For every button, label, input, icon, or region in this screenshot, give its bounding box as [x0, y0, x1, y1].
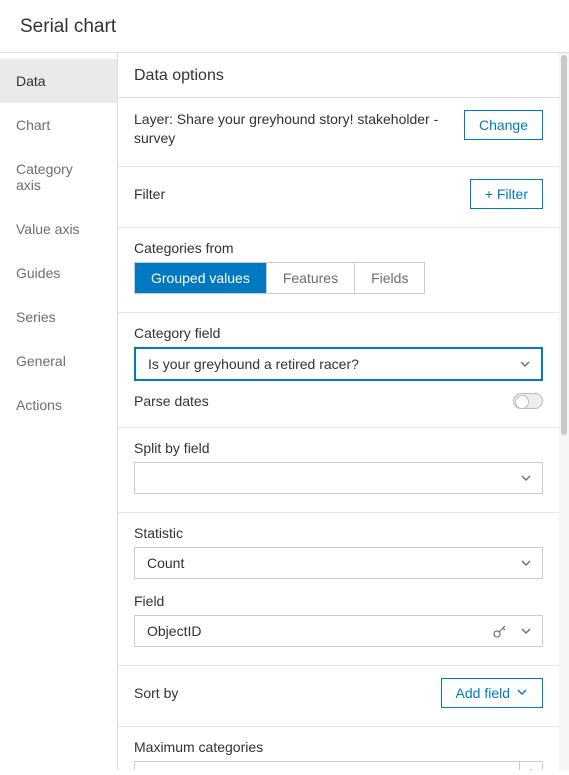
- change-layer-button[interactable]: Change: [464, 110, 543, 140]
- section-statistic: Statistic Count Field ObjectID: [118, 512, 559, 665]
- layer-text: Layer: Share your greyhound story! stake…: [134, 110, 452, 148]
- max-categories-label: Maximum categories: [134, 739, 543, 755]
- sidebar-item-guides[interactable]: Guides: [0, 251, 117, 295]
- split-by-label: Split by field: [134, 440, 543, 456]
- section-sort-by: Sort by Add field: [118, 665, 559, 726]
- sidebar-item-chart[interactable]: Chart: [0, 103, 117, 147]
- chevron-down-icon: [520, 625, 532, 637]
- category-field-select[interactable]: Is your greyhound a retired racer?: [134, 347, 543, 381]
- max-categories-input[interactable]: [134, 761, 519, 770]
- section-categories-from: Categories from Grouped values Features …: [118, 227, 559, 312]
- categories-from-segment: Grouped values Features Fields: [134, 262, 425, 294]
- content-title: Data options: [118, 53, 559, 97]
- chevron-down-icon: [520, 472, 532, 484]
- sidebar-item-category-axis[interactable]: Category axis: [0, 147, 117, 207]
- parse-dates-label: Parse dates: [134, 393, 209, 409]
- add-sort-field-button[interactable]: Add field: [441, 678, 543, 708]
- filter-label: Filter: [134, 186, 165, 202]
- split-by-select[interactable]: [134, 462, 543, 494]
- section-category-field: Category field Is your greyhound a retir…: [118, 312, 559, 427]
- content-wrap: Data options Layer: Share your greyhound…: [118, 53, 569, 770]
- statistic-value: Count: [147, 555, 184, 571]
- sidebar-item-general[interactable]: General: [0, 339, 117, 383]
- category-field-value: Is your greyhound a retired racer?: [148, 356, 359, 372]
- sort-by-label: Sort by: [134, 685, 178, 701]
- panel-header: Serial chart: [0, 0, 569, 53]
- field-value: ObjectID: [147, 623, 201, 639]
- chevron-down-icon: [519, 358, 531, 370]
- section-layer: Layer: Share your greyhound story! stake…: [118, 97, 559, 166]
- panel-title: Serial chart: [20, 16, 116, 37]
- scrollbar-thumb[interactable]: [561, 55, 567, 435]
- content: Data options Layer: Share your greyhound…: [118, 53, 559, 770]
- section-filter: Filter + Filter: [118, 166, 559, 227]
- segment-fields[interactable]: Fields: [355, 263, 424, 293]
- panel-body: Data Chart Category axis Value axis Guid…: [0, 53, 569, 770]
- field-select[interactable]: ObjectID: [134, 615, 543, 647]
- sidebar-item-series[interactable]: Series: [0, 295, 117, 339]
- add-filter-button[interactable]: + Filter: [470, 179, 543, 209]
- number-spinner: [519, 761, 543, 770]
- sidebar-item-data[interactable]: Data: [0, 59, 117, 103]
- segment-grouped-values[interactable]: Grouped values: [135, 263, 267, 293]
- sidebar-item-value-axis[interactable]: Value axis: [0, 207, 117, 251]
- category-field-label: Category field: [134, 325, 543, 341]
- scrollbar[interactable]: [559, 53, 569, 770]
- spin-up-button[interactable]: [520, 762, 542, 770]
- section-split-by: Split by field: [118, 427, 559, 512]
- segment-features[interactable]: Features: [267, 263, 355, 293]
- section-max-categories: Maximum categories: [118, 726, 559, 770]
- sidebar-item-actions[interactable]: Actions: [0, 383, 117, 427]
- sidebar: Data Chart Category axis Value axis Guid…: [0, 53, 118, 770]
- parse-dates-toggle[interactable]: [513, 393, 543, 409]
- categories-from-label: Categories from: [134, 240, 543, 256]
- chevron-up-icon: [526, 762, 536, 770]
- statistic-select[interactable]: Count: [134, 547, 543, 579]
- field-label: Field: [134, 593, 543, 609]
- chevron-down-icon: [516, 685, 528, 701]
- chevron-down-icon: [520, 557, 532, 569]
- statistic-label: Statistic: [134, 525, 543, 541]
- key-icon: [492, 623, 508, 639]
